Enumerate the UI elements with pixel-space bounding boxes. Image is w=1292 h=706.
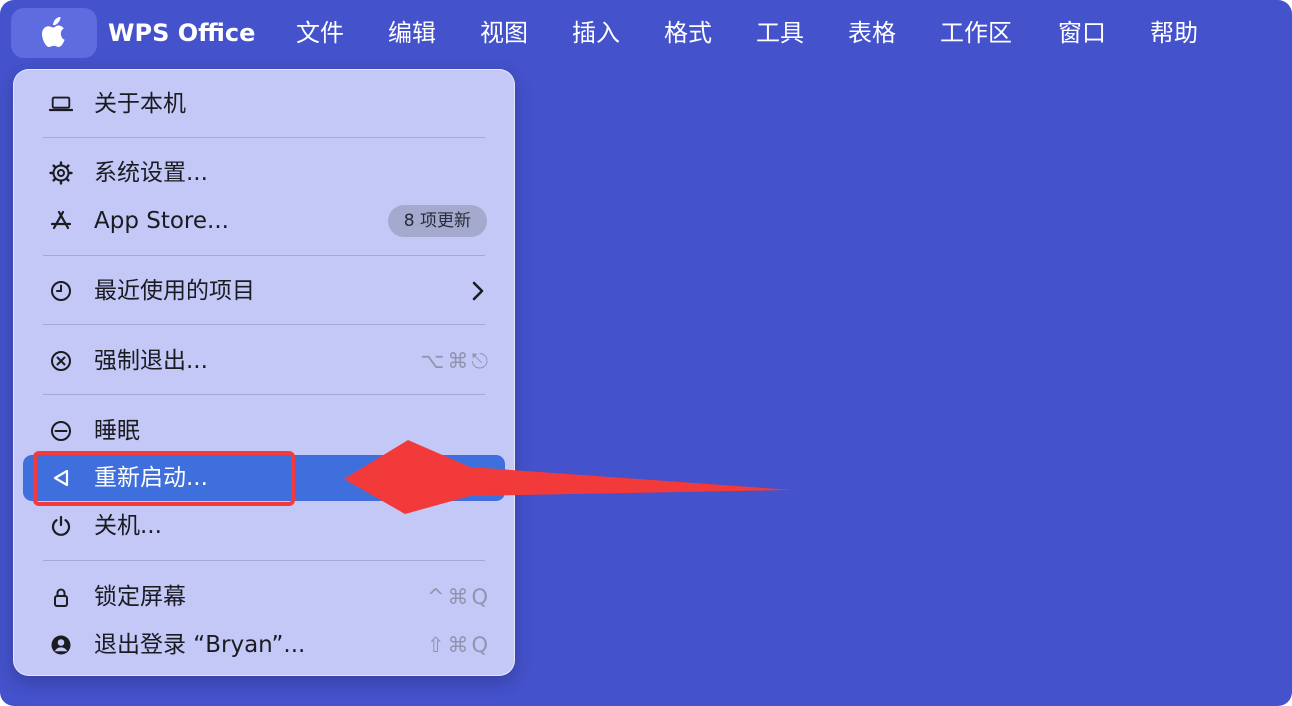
annotation-arrow-icon — [344, 440, 792, 514]
desktop-background: WPS Office 文件 编辑 视图 插入 格式 工具 表格 工作区 窗口 帮… — [0, 0, 1292, 706]
